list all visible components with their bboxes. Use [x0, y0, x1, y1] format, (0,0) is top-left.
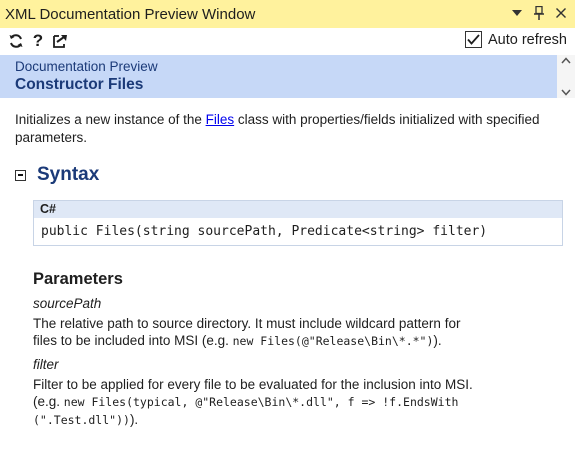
help-button[interactable]: ?: [27, 30, 49, 52]
help-icon: ?: [32, 31, 44, 50]
param-desc-sourcepath: The relative path to source directory. I…: [33, 316, 461, 348]
refresh-icon: [9, 34, 23, 48]
scroll-down-icon[interactable]: [561, 89, 571, 96]
scroll-up-icon[interactable]: [561, 57, 571, 64]
toolbar: ? Auto refresh: [0, 28, 575, 54]
parameters-heading: Parameters: [33, 270, 123, 288]
vertical-scrollbar[interactable]: [557, 55, 575, 98]
summary-text: Initializes a new instance of the Files …: [15, 112, 540, 145]
breadcrumb: Documentation Preview: [15, 59, 158, 74]
constructor-signature: public Files(string sourcePath, Predicat…: [41, 224, 488, 239]
documentation-content: Initializes a new instance of the Files …: [0, 98, 575, 470]
window-title: XML Documentation Preview Window: [5, 5, 256, 23]
window-controls: [509, 3, 569, 23]
syntax-section-header: Syntax: [15, 164, 99, 186]
files-class-link[interactable]: Files: [206, 112, 235, 127]
syntax-heading: Syntax: [37, 164, 100, 185]
export-icon: [53, 35, 67, 48]
dropdown-arrow-icon[interactable]: [509, 3, 525, 23]
refresh-button[interactable]: [5, 30, 27, 52]
auto-refresh-checkbox[interactable]: [465, 31, 482, 48]
close-icon[interactable]: [553, 3, 569, 23]
param-name-sourcepath: sourcePath: [33, 296, 102, 311]
pin-icon[interactable]: [531, 3, 547, 23]
auto-refresh-toggle[interactable]: Auto refresh: [465, 31, 567, 48]
export-button[interactable]: [49, 30, 71, 52]
syntax-code-block: C# public Files(string sourcePath, Predi…: [33, 200, 563, 246]
code-language-label: C#: [34, 201, 562, 218]
checkmark-icon: [467, 34, 480, 45]
title-bar: XML Documentation Preview Window: [0, 0, 575, 28]
param-name-filter: filter: [33, 357, 59, 372]
auto-refresh-label: Auto refresh: [488, 31, 567, 48]
param-desc-filter: Filter to be applied for every file to b…: [33, 377, 473, 427]
collapse-syntax-icon[interactable]: [15, 169, 26, 181]
preview-header: Documentation Preview Constructor Files: [0, 55, 557, 98]
page-title: Constructor Files: [15, 76, 144, 93]
